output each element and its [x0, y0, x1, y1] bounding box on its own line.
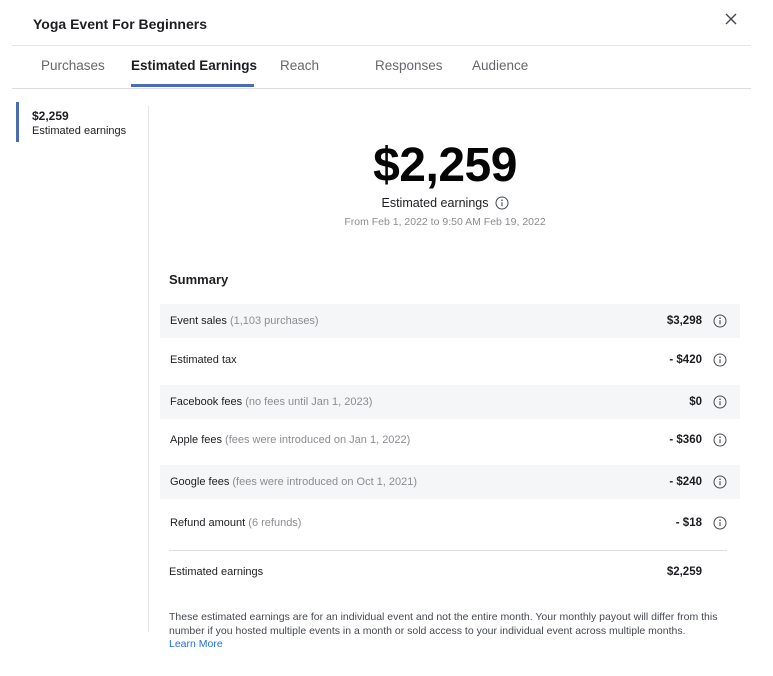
summary-row-event-sales: Event sales (1,103 purchases) $3,298	[160, 304, 740, 338]
info-icon	[713, 516, 727, 530]
row-label: Event sales (1,103 purchases)	[170, 315, 319, 327]
row-amount: $0	[689, 396, 702, 408]
estimated-earnings-label-row: Estimated earnings	[160, 196, 730, 210]
row-label: Refund amount (6 refunds)	[170, 517, 302, 529]
close-button[interactable]	[720, 8, 742, 30]
row-amount: - $420	[669, 354, 702, 366]
active-tab-indicator	[131, 84, 254, 87]
info-icon	[713, 475, 727, 489]
footnote: These estimated earnings are for an indi…	[169, 611, 718, 637]
row-amount: $3,298	[666, 315, 702, 327]
summary-row-apple-fees: Apple fees (fees were introduced on Jan …	[160, 423, 740, 457]
info-button[interactable]	[713, 516, 727, 530]
estimated-earnings-label: Estimated earnings	[381, 196, 489, 210]
info-button[interactable]	[713, 395, 727, 409]
row-label: Estimated tax	[170, 354, 237, 366]
sidebar-divider	[148, 106, 149, 632]
info-button[interactable]	[713, 433, 727, 447]
info-icon	[713, 433, 727, 447]
tab-estimated-earnings[interactable]: Estimated Earnings	[131, 58, 257, 73]
info-icon	[713, 314, 727, 328]
info-icon	[495, 196, 508, 210]
sidebar-item-label: Estimated earnings	[32, 125, 127, 137]
summary-row-facebook-fees: Facebook fees (no fees until Jan 1, 2023…	[160, 385, 740, 419]
date-range: From Feb 1, 2022 to 9:50 AM Feb 19, 2022	[344, 216, 546, 228]
summary-row-google-fees: Google fees (fees were introduced on Oct…	[160, 465, 740, 499]
sidebar-item-estimated-earnings[interactable]: $2,259 Estimated earnings	[16, 102, 146, 142]
close-icon	[725, 13, 737, 25]
total-label: Estimated earnings	[169, 566, 264, 578]
row-amount: - $18	[675, 517, 702, 529]
info-icon	[713, 395, 727, 409]
dialog-title: Yoga Event For Beginners	[33, 16, 207, 32]
info-button[interactable]	[713, 314, 727, 328]
info-button[interactable]	[713, 353, 727, 367]
tab-reach[interactable]: Reach	[280, 58, 319, 73]
tab-responses[interactable]: Responses	[375, 58, 443, 73]
summary-title: Summary	[169, 272, 229, 287]
row-amount: - $360	[669, 434, 702, 446]
total-divider	[169, 550, 727, 551]
info-button[interactable]	[713, 475, 727, 489]
row-amount: - $240	[669, 476, 702, 488]
row-label: Google fees (fees were introduced on Oct…	[170, 476, 418, 488]
total-amount: $2,259	[666, 566, 702, 578]
summary-row-estimated-tax: Estimated tax - $420	[160, 343, 740, 377]
info-icon	[713, 353, 727, 367]
row-label: Apple fees (fees were introduced on Jan …	[170, 434, 411, 446]
estimated-earnings-amount: $2,259	[373, 139, 517, 192]
info-button[interactable]	[495, 196, 509, 210]
tab-audience[interactable]: Audience	[472, 58, 528, 73]
summary-row-refund-amount: Refund amount (6 refunds) - $18	[160, 506, 740, 540]
dialog-header: Yoga Event For Beginners	[0, 0, 773, 46]
learn-more-link[interactable]: Learn More	[169, 638, 223, 650]
tab-purchases[interactable]: Purchases	[41, 58, 105, 73]
sidebar-item-value: $2,259	[32, 109, 69, 123]
row-label: Facebook fees (no fees until Jan 1, 2023…	[170, 396, 373, 408]
tab-bar: Purchases Estimated Earnings Reach Respo…	[12, 46, 751, 89]
